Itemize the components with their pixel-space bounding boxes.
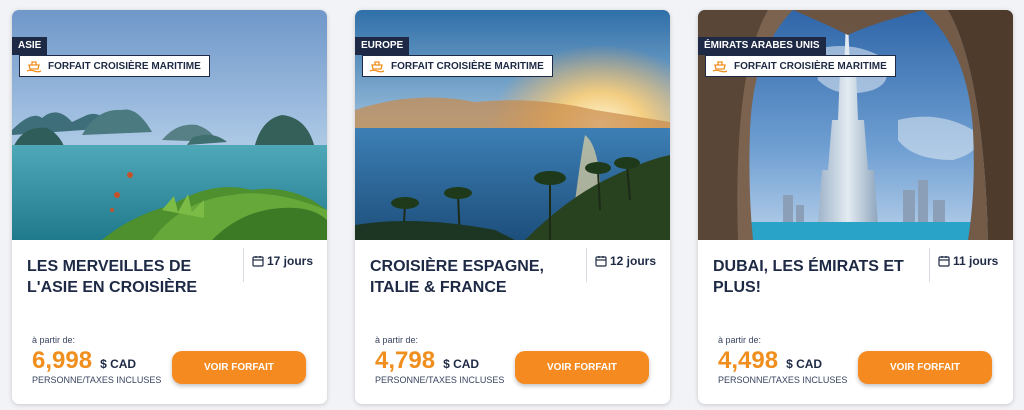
duration-label: 11 jours [953, 254, 999, 268]
price-prefix: à partir de: [375, 335, 419, 345]
ship-icon [369, 61, 385, 73]
duration-badge: 12 jours [586, 248, 656, 282]
package-type-label: FORFAIT CROISIÈRE MARITIME [734, 60, 887, 72]
price-prefix: à partir de: [718, 335, 762, 345]
region-badge: ÉMIRATS ARABES UNIS [698, 37, 826, 55]
region-badge: EUROPE [355, 37, 410, 55]
price-row: 4,498 $ CAD [718, 347, 822, 375]
price-currency: $ CAD [786, 357, 823, 371]
price-prefix: à partir de: [32, 335, 76, 345]
view-package-button[interactable]: VOIR FORFAIT [172, 351, 306, 384]
price-value: 4,498 [718, 347, 779, 374]
package-title[interactable]: LES MERVEILLES DE L'ASIE EN CROISIÈRE [27, 256, 242, 298]
package-card-uae[interactable]: ÉMIRATS ARABES UNIS FORFAIT CROISIÈRE MA… [698, 10, 1013, 404]
package-card-asia[interactable]: ASIE FORFAIT CROISIÈRE MARITIME LES MERV… [12, 10, 327, 404]
package-type-badge: FORFAIT CROISIÈRE MARITIME [19, 55, 210, 77]
calendar-icon [938, 256, 950, 267]
package-card-europe[interactable]: EUROPE FORFAIT CROISIÈRE MARITIME CROISI… [355, 10, 670, 404]
view-package-button[interactable]: VOIR FORFAIT [515, 351, 649, 384]
package-type-label: FORFAIT CROISIÈRE MARITIME [391, 60, 544, 72]
view-package-button[interactable]: VOIR FORFAIT [858, 351, 992, 384]
price-note: PERSONNE/TAXES INCLUSES [718, 375, 848, 385]
duration-label: 12 jours [610, 254, 657, 268]
price-currency: $ CAD [443, 357, 480, 371]
price-value: 4,798 [375, 347, 436, 374]
price-row: 4,798 $ CAD [375, 347, 479, 375]
package-title[interactable]: CROISIÈRE ESPAGNE, ITALIE & FRANCE [370, 256, 585, 298]
duration-badge: 11 jours [929, 248, 998, 282]
package-type-badge: FORFAIT CROISIÈRE MARITIME [362, 55, 553, 77]
price-currency: $ CAD [100, 357, 137, 371]
package-title[interactable]: DUBAI, LES ÉMIRATS ET PLUS! [713, 256, 928, 298]
package-type-badge: FORFAIT CROISIÈRE MARITIME [705, 55, 896, 77]
package-type-label: FORFAIT CROISIÈRE MARITIME [48, 60, 201, 72]
duration-badge: 17 jours [243, 248, 313, 282]
price-note: PERSONNE/TAXES INCLUSES [375, 375, 505, 385]
calendar-icon [595, 256, 607, 267]
price-row: 6,998 $ CAD [32, 347, 136, 375]
ship-icon [26, 61, 42, 73]
region-badge: ASIE [12, 37, 48, 55]
calendar-icon [252, 256, 264, 267]
package-image-halong-bay[interactable] [12, 10, 327, 240]
price-value: 6,998 [32, 347, 93, 374]
price-note: PERSONNE/TAXES INCLUSES [32, 375, 162, 385]
duration-label: 17 jours [267, 254, 314, 268]
ship-icon [712, 61, 728, 73]
